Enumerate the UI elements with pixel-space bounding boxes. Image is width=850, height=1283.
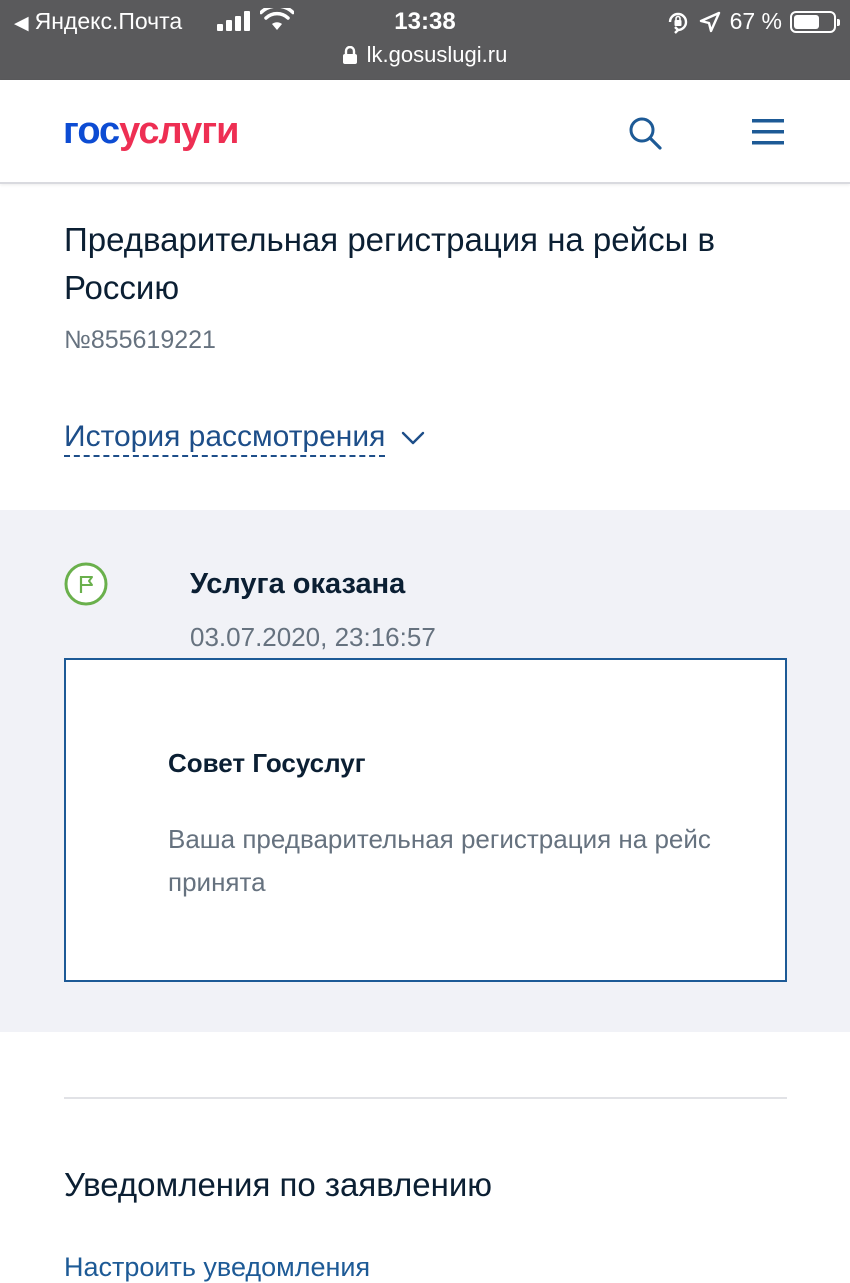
status-title: Услуга оказана bbox=[190, 568, 406, 600]
advice-title: Совет Госуслуг bbox=[168, 748, 366, 778]
history-label: История рассмотрения bbox=[64, 420, 386, 457]
location-arrow-icon bbox=[699, 11, 720, 32]
section-divider bbox=[64, 1097, 787, 1099]
logo-part-gos: гос bbox=[63, 110, 120, 152]
application-number: №855619221 bbox=[64, 326, 216, 354]
flag-icon bbox=[64, 562, 108, 606]
logo-part-uslugi: услуги bbox=[119, 110, 239, 152]
history-toggle[interactable]: История рассмотрения bbox=[64, 420, 425, 457]
lock-icon bbox=[342, 46, 357, 64]
search-icon[interactable] bbox=[628, 116, 662, 150]
ios-status-bar: ◀ Яндекс.Почта 13:38 67 % lk.gosuslugi.ru bbox=[0, 0, 850, 80]
url-text: lk.gosuslugi.ru bbox=[366, 42, 508, 67]
status-datetime: 03.07.2020, 23:16:57 bbox=[190, 622, 436, 652]
gosuslugi-logo[interactable]: госуслуги bbox=[63, 110, 239, 153]
page-title: Предварительная регистрация на рейсы в Р… bbox=[64, 221, 715, 306]
battery-percentage: 67 % bbox=[729, 8, 782, 34]
battery-icon bbox=[790, 10, 840, 33]
chevron-down-icon bbox=[402, 431, 425, 445]
advice-card: Совет Госуслуг Ваша предварительная реги… bbox=[64, 658, 787, 982]
menu-icon[interactable] bbox=[752, 118, 784, 146]
advice-text: Ваша предварительная регистрация на рейс… bbox=[168, 824, 711, 897]
orientation-lock-icon bbox=[668, 12, 687, 34]
status-panel: Услуга оказана 03.07.2020, 23:16:57 Сове… bbox=[0, 510, 850, 1032]
notifications-title: Уведомления по заявлению bbox=[64, 1166, 493, 1203]
address-bar[interactable]: lk.gosuslugi.ru bbox=[0, 42, 850, 68]
configure-notifications-link[interactable]: Настроить уведомления bbox=[64, 1252, 370, 1283]
site-header: госуслуги bbox=[0, 80, 850, 184]
